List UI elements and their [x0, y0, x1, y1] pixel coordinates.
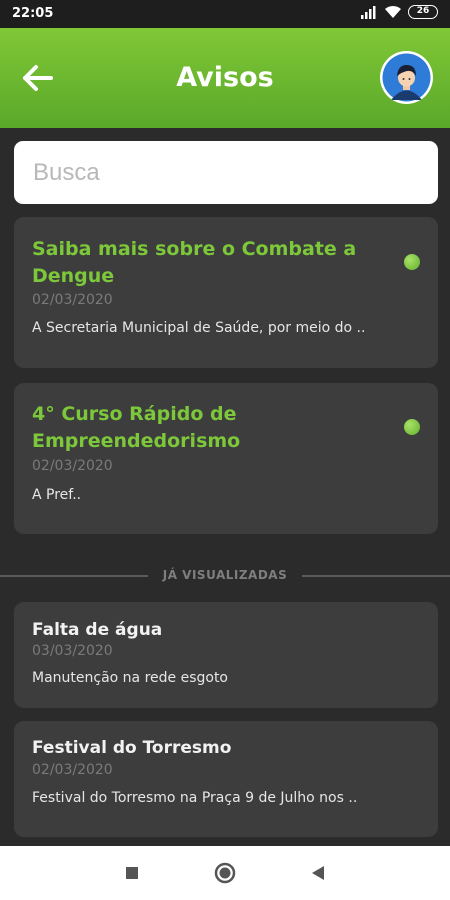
- status-icons: 26: [360, 5, 438, 19]
- signal-icon: [361, 6, 376, 19]
- recent-apps-icon[interactable]: [102, 846, 162, 900]
- section-divider: JÁ VISUALIZADAS: [0, 566, 450, 586]
- notice-date: 02/03/2020: [32, 458, 113, 474]
- unread-dot: [404, 419, 420, 435]
- notice-excerpt: A Pref..: [32, 487, 82, 503]
- notice-card[interactable]: 4° Curso Rápido de Empreendedorismo 02/0…: [14, 383, 438, 534]
- notice-title: Saiba mais sobre o Combate a Dengue: [32, 238, 357, 287]
- header: 22:05 26 Avisos: [0, 0, 450, 128]
- notice-card[interactable]: Festival do Torresmo 02/03/2020 Festival…: [14, 721, 438, 837]
- app-bar: Avisos: [0, 28, 450, 128]
- user-avatar-icon: [382, 53, 431, 102]
- back-triangle-icon[interactable]: [288, 846, 348, 900]
- status-bar: 22:05 26: [0, 0, 450, 28]
- notice-title: Falta de água: [32, 620, 163, 640]
- notice-date: 03/03/2020: [32, 643, 113, 659]
- notice-card[interactable]: Falta de água 03/03/2020 Manutenção na r…: [14, 602, 438, 708]
- notice-excerpt: A Secretaria Municipal de Saúde, por mei…: [32, 320, 366, 336]
- unread-dot: [404, 254, 420, 270]
- divider-line: [302, 575, 450, 577]
- wifi-icon: [385, 5, 401, 18]
- notice-card[interactable]: Saiba mais sobre o Combate a Dengue 02/0…: [14, 217, 438, 368]
- status-time: 22:05: [12, 6, 54, 21]
- notice-title: 4° Curso Rápido de Empreendedorismo: [32, 403, 241, 452]
- battery-icon: 26: [408, 5, 438, 19]
- notice-title: Festival do Torresmo: [32, 738, 232, 758]
- notice-excerpt: Festival do Torresmo na Praça 9 de Julho…: [32, 790, 358, 806]
- notice-excerpt: Manutenção na rede esgoto: [32, 670, 228, 686]
- notice-date: 02/03/2020: [32, 292, 113, 308]
- search-input[interactable]: [14, 141, 438, 204]
- system-nav-bar: [0, 846, 450, 900]
- avatar[interactable]: [380, 51, 433, 104]
- notice-date: 02/03/2020: [32, 762, 113, 778]
- home-icon[interactable]: [195, 846, 255, 900]
